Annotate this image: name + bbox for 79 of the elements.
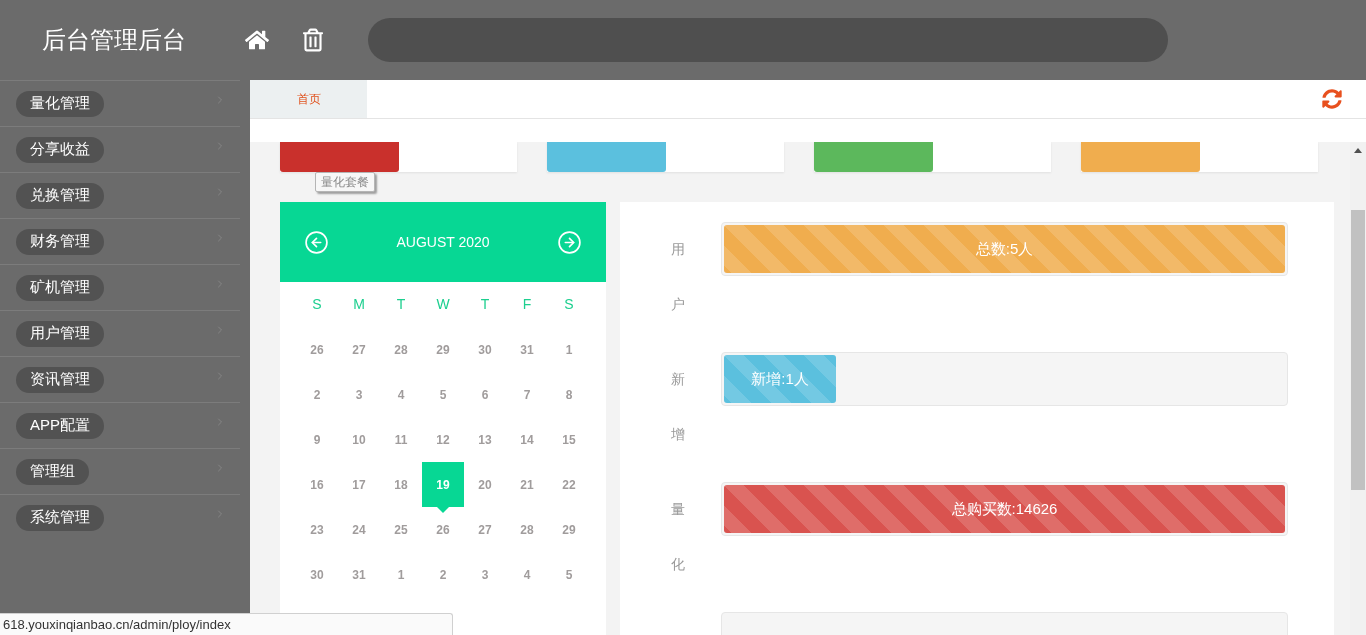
progress-label: 总购买数:14626 (951, 498, 1058, 519)
calendar-day[interactable]: 15 (562, 430, 576, 449)
calendar-day[interactable]: 4 (523, 565, 531, 584)
calendar-day[interactable]: 27 (352, 340, 366, 359)
refresh-icon[interactable] (1322, 89, 1342, 109)
arrow-left-circle-icon[interactable] (304, 229, 329, 255)
calendar-day[interactable]: 17 (352, 475, 366, 494)
trash-icon[interactable] (303, 28, 323, 52)
sidebar-menu-item[interactable]: 分享收益 (16, 136, 104, 163)
calendar-day[interactable]: 4 (397, 385, 405, 404)
sidebar-menu-item[interactable]: 用户管理 (16, 320, 104, 347)
calendar-day[interactable]: 22 (562, 475, 576, 494)
calendar-day[interactable]: 11 (394, 430, 408, 449)
sidebar-menu-item[interactable]: 兑换管理 (16, 182, 104, 209)
calendar-day[interactable]: 30 (478, 340, 492, 359)
calendar-day[interactable]: 26 (436, 520, 450, 539)
weekday-label: F (522, 295, 532, 314)
calendar-day[interactable]: 7 (523, 385, 531, 404)
calendar-month-title: AUGUST 2020 (396, 232, 490, 252)
progress-label: 新增:1人 (751, 368, 809, 389)
weekday-label: S (564, 295, 574, 314)
weekday-label: W (436, 295, 450, 314)
vertical-label: 用户 (671, 240, 685, 314)
tooltip: 量化套餐 (315, 172, 375, 192)
calendar-day[interactable]: 29 (436, 340, 450, 359)
home-icon[interactable] (245, 28, 269, 52)
sidebar-menu-item[interactable]: APP配置 (16, 412, 104, 439)
calendar-day[interactable]: 13 (478, 430, 492, 449)
calendar-day[interactable]: 1 (397, 565, 405, 584)
calendar-day[interactable]: 18 (394, 475, 408, 494)
calendar-day[interactable]: 24 (352, 520, 366, 539)
pointer-icon (437, 507, 449, 513)
sidebar-menu-item[interactable]: 财务管理 (16, 228, 104, 255)
sidebar-menu-item[interactable]: 资讯管理 (16, 366, 104, 393)
calendar-day[interactable]: 28 (394, 340, 408, 359)
scrollbar-thumb[interactable] (1351, 210, 1365, 490)
calendar-day[interactable]: 21 (520, 475, 534, 494)
calendar-day[interactable]: 16 (310, 475, 324, 494)
calendar-day[interactable]: 9 (313, 430, 321, 449)
calendar-day[interactable]: 2 (439, 565, 447, 584)
calendar-day[interactable]: 6 (481, 385, 489, 404)
calendar-day[interactable]: 19 (422, 462, 464, 507)
sidebar-menu-item[interactable]: 矿机管理 (16, 274, 104, 301)
progress-label: 总数:5人 (975, 238, 1034, 259)
calendar-day[interactable]: 23 (310, 520, 324, 539)
calendar-day[interactable]: 3 (355, 385, 363, 404)
weekday-label: T (396, 295, 406, 314)
arrow-right-circle-icon[interactable] (557, 229, 582, 255)
calendar-day[interactable]: 25 (394, 520, 408, 539)
weekday-label: M (353, 295, 365, 314)
calendar-day[interactable]: 27 (478, 520, 492, 539)
calendar-day[interactable]: 28 (520, 520, 534, 539)
calendar-day[interactable]: 29 (562, 520, 576, 539)
sidebar-menu-item[interactable]: 管理组 (16, 458, 89, 485)
weekday-label: T (480, 295, 490, 314)
calendar-day[interactable]: 20 (478, 475, 492, 494)
search-field[interactable] (368, 18, 1168, 62)
calendar-day[interactable]: 31 (520, 340, 534, 359)
calendar-day[interactable]: 3 (481, 565, 489, 584)
weekday-label: S (312, 295, 322, 314)
calendar-day[interactable]: 12 (436, 430, 450, 449)
calendar-day[interactable]: 26 (310, 340, 324, 359)
app-title: 后台管理后台 (42, 26, 186, 53)
tab[interactable]: 首页 (250, 80, 367, 118)
sidebar-menu-item[interactable]: 量化管理 (16, 90, 104, 117)
status-url: 618.youxinqianbao.cn/admin/ploy/index (3, 615, 231, 634)
calendar-day[interactable]: 31 (352, 565, 366, 584)
calendar-day[interactable]: 10 (352, 430, 366, 449)
vertical-label: 新增 (671, 370, 685, 444)
calendar-day[interactable]: 5 (439, 385, 447, 404)
calendar-day[interactable]: 1 (565, 340, 573, 359)
calendar-day[interactable]: 30 (310, 565, 324, 584)
calendar-day[interactable]: 14 (520, 430, 534, 449)
scroll-up-icon[interactable] (1354, 148, 1362, 153)
calendar-day[interactable]: 8 (565, 385, 573, 404)
vertical-label: 量化 (671, 500, 685, 574)
calendar-day[interactable]: 2 (313, 385, 321, 404)
calendar-day[interactable]: 5 (565, 565, 573, 584)
sidebar-menu-item[interactable]: 系统管理 (16, 504, 104, 531)
